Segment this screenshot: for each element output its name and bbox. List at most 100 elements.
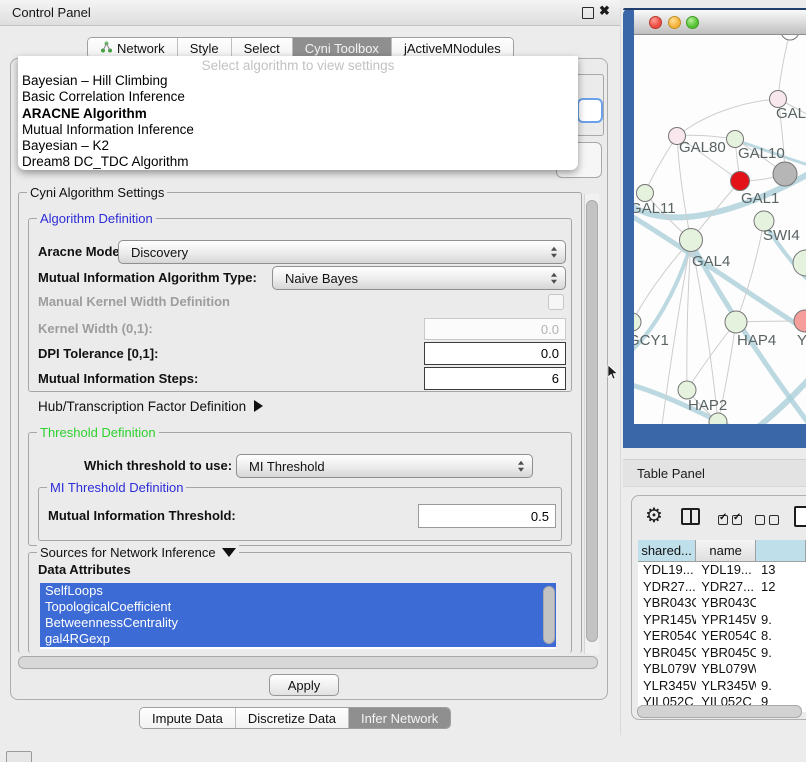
close-window-icon[interactable]: ✖ — [599, 3, 610, 19]
attribute-item-selfloops[interactable]: SelfLoops — [40, 583, 556, 599]
network-node-hap4[interactable] — [725, 311, 747, 333]
dpi-tolerance-input[interactable] — [424, 342, 566, 365]
node-label: SWI4 — [763, 227, 800, 244]
table-header-row: shared...name — [638, 540, 806, 562]
column-header-shared[interactable]: shared... — [638, 540, 696, 562]
table-cell: YDR27... — [696, 579, 756, 596]
control-panel-titlebar: Control Panel ✖ — [0, 0, 620, 26]
network-node-gal1[interactable] — [731, 172, 750, 191]
network-edge[interactable] — [677, 99, 778, 136]
tab-select[interactable]: Select — [231, 38, 292, 58]
combo-stepper-icon — [551, 273, 557, 284]
minimize-traffic-light[interactable] — [668, 16, 681, 29]
table-row[interactable]: YBR043CYBR043C — [638, 595, 806, 612]
table-panel-title: Table Panel — [637, 466, 705, 481]
node-label: GCY1 — [634, 332, 669, 349]
table-row[interactable]: YBR045CYBR045C9. — [638, 645, 806, 662]
deselect-all-checkboxes-icon[interactable] — [755, 512, 779, 530]
kernel-width-input[interactable] — [424, 318, 566, 340]
table-row[interactable]: YPR145WYPR145W9. — [638, 612, 806, 629]
column-header-name[interactable]: name — [696, 540, 756, 562]
algorithm-popup-placeholder: Select algorithm to view settings — [18, 57, 578, 73]
table-hscroll-thumb[interactable] — [637, 705, 802, 718]
apply-button[interactable]: Apply — [269, 674, 339, 696]
tab-style[interactable]: Style — [177, 38, 231, 58]
settings-hscroll-thumb[interactable] — [18, 656, 598, 669]
table-cell: 9. — [756, 678, 806, 695]
attribute-item-gal4rgexp[interactable]: gal4RGexp — [40, 631, 556, 647]
select-all-checkboxes-icon[interactable] — [718, 512, 742, 530]
node-label: Y — [797, 332, 806, 349]
tab-impute-data[interactable]: Impute Data — [140, 708, 235, 728]
attributes-list-scrollbar[interactable] — [543, 586, 555, 644]
manual-kernel-checkbox[interactable] — [548, 294, 564, 310]
attribute-item-betweennesscentrality[interactable]: BetweennessCentrality — [40, 615, 556, 631]
network-node[interactable] — [793, 250, 806, 276]
show-columns-icon[interactable] — [681, 508, 700, 525]
node-table: shared...name YDL19...YDL19...13YDR27...… — [638, 540, 806, 712]
table-cell: YLR345W — [638, 678, 696, 695]
tab-discretize-data[interactable]: Discretize Data — [235, 708, 348, 728]
expand-right-icon — [254, 400, 263, 412]
mi-type-combo[interactable]: Naive Bayes — [272, 266, 566, 290]
aracne-mode-combo[interactable]: Discovery — [118, 240, 566, 264]
column-header-hidden[interactable] — [756, 540, 806, 562]
algorithm-popup-list: Bayesian – Hill ClimbingBasic Correlatio… — [18, 73, 578, 171]
network-edge[interactable] — [736, 221, 764, 322]
node-label: GAL80 — [679, 139, 726, 156]
which-threshold-label: Which threshold to use: — [84, 454, 232, 478]
algorithm-option-aracne-algorithm[interactable]: ARACNE Algorithm — [18, 106, 578, 122]
table-row[interactable]: YER054CYER054C8. — [638, 628, 806, 645]
network-node[interactable] — [773, 162, 797, 186]
network-node[interactable] — [781, 35, 799, 40]
table-cell: YBR043C — [696, 595, 756, 612]
hidden-combo-focus-ring — [577, 98, 603, 123]
network-view-window: GALGAL80GAL10GAL1GAL11SWI4GAL4GCY1HAP4YH… — [623, 8, 806, 448]
tab-jactivemnodules[interactable]: jActiveMNodules — [391, 38, 513, 58]
network-window-titlebar[interactable] — [634, 10, 806, 35]
table-cell: YPR145W — [638, 612, 696, 629]
network-node-y[interactable] — [794, 310, 806, 332]
mi-threshold-input[interactable] — [418, 504, 556, 528]
node-label: HAP2 — [688, 397, 727, 414]
collapse-down-icon[interactable] — [222, 548, 236, 557]
table-row[interactable]: YDR27...YDR27...12 — [638, 579, 806, 596]
settings-vscroll-thumb[interactable] — [586, 200, 598, 642]
float-window-icon[interactable] — [582, 7, 594, 19]
table-row[interactable]: YLR345WYLR345W9. — [638, 678, 806, 695]
network-edge[interactable] — [778, 35, 790, 99]
tab-label: jActiveMNodules — [404, 41, 501, 56]
algorithm-option-bayesian-hill-climbing[interactable]: Bayesian – Hill Climbing — [18, 73, 578, 89]
aracne-mode-label: Aracne Mode: — [38, 240, 124, 264]
hub-definition-toggle[interactable]: Hub/Transcription Factor Definition — [38, 399, 263, 414]
algorithm-option-bayesian-k2[interactable]: Bayesian – K2 — [18, 138, 578, 154]
mi-steps-input[interactable] — [424, 367, 566, 390]
network-canvas[interactable]: GALGAL80GAL10GAL1GAL11SWI4GAL4GCY1HAP4YH… — [634, 35, 806, 424]
zoom-traffic-light[interactable] — [686, 16, 699, 29]
which-threshold-combo[interactable]: MI Threshold — [236, 454, 533, 478]
table-row[interactable]: YBL079WYBL079W — [638, 661, 806, 678]
network-node-gal11[interactable] — [637, 185, 654, 202]
hub-definition-label: Hub/Transcription Factor Definition — [38, 399, 246, 414]
tab-cyni-toolbox[interactable]: Cyni Toolbox — [292, 38, 391, 58]
cyni-bottom-tabs: Impute DataDiscretize DataInfer Network — [139, 707, 451, 729]
network-node-gal4[interactable] — [680, 229, 703, 252]
network-edge[interactable] — [645, 136, 677, 193]
algorithm-option-dream8-dc-tdc-algorithm[interactable]: Dream8 DC_TDC Algorithm — [18, 154, 578, 170]
tab-infer-network[interactable]: Infer Network — [348, 708, 450, 728]
new-table-icon[interactable] — [794, 506, 806, 527]
network-node[interactable] — [709, 413, 727, 424]
control-panel-title: Control Panel — [12, 5, 91, 20]
table-cell: YBR043C — [638, 595, 696, 612]
settings-gear-icon[interactable]: ⚙ — [645, 506, 663, 526]
tab-network[interactable]: Network — [88, 38, 177, 58]
table-row[interactable]: YDL19...YDL19...13 — [638, 562, 806, 579]
attribute-item-topologicalcoefficient[interactable]: TopologicalCoefficient — [40, 599, 556, 615]
network-node-gcy1[interactable] — [634, 313, 641, 331]
close-traffic-light[interactable] — [649, 16, 662, 29]
collapsed-panel-button[interactable] — [6, 751, 32, 762]
mi-threshold-label: Mutual Information Threshold: — [48, 504, 236, 528]
network-edge[interactable] — [687, 322, 736, 390]
algorithm-option-mutual-information-inference[interactable]: Mutual Information Inference — [18, 122, 578, 138]
algorithm-option-basic-correlation-inference[interactable]: Basic Correlation Inference — [18, 89, 578, 105]
